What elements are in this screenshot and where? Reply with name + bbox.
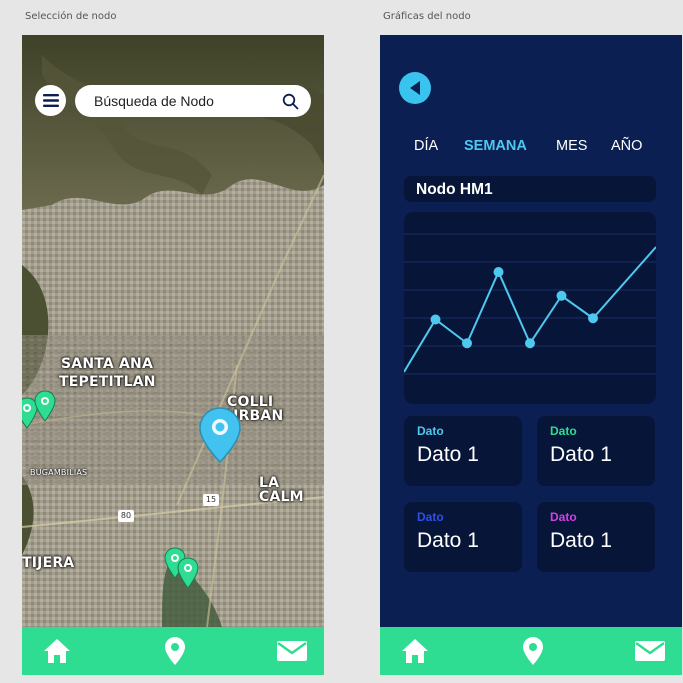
search-bar[interactable]: Búsqueda de Nodo	[75, 85, 311, 117]
highway-shield-80: 80	[118, 510, 134, 522]
map-screen: Búsqueda de Nodo SANTA ANA TEPETITLAN CO…	[22, 35, 324, 675]
search-input[interactable]: Búsqueda de Nodo	[94, 93, 282, 109]
nav-home[interactable]	[398, 634, 432, 668]
chart-data-point[interactable]	[556, 290, 567, 301]
home-icon	[44, 639, 70, 663]
satellite-map[interactable]	[22, 35, 324, 627]
selected-node-pin[interactable]	[198, 406, 242, 464]
chart-data-point[interactable]	[588, 313, 598, 324]
map-label-tijera: TIJERA	[22, 555, 75, 571]
data-card-1[interactable]: Dato Dato 1	[404, 416, 522, 486]
data-card-2[interactable]: Dato Dato 1	[537, 416, 655, 486]
card-value: Dato 1	[550, 529, 612, 552]
nav-mail[interactable]	[275, 634, 309, 668]
data-card-3[interactable]: Dato Dato 1	[404, 502, 522, 572]
node-location-pin[interactable]	[34, 390, 56, 422]
frame-label-node-charts: Gráficas del nodo	[383, 11, 471, 22]
nav-mail[interactable]	[633, 634, 667, 668]
nav-home[interactable]	[40, 634, 74, 668]
back-arrow-icon	[410, 81, 420, 95]
card-value: Dato 1	[550, 443, 612, 466]
node-title: Nodo HM1	[404, 176, 656, 202]
tab-week[interactable]: SEMANA	[464, 138, 527, 154]
location-icon	[164, 637, 185, 665]
mail-icon	[635, 641, 665, 661]
period-tabs: DÍA SEMANA MES AÑO	[414, 138, 674, 156]
map-label-tepetitlan: TEPETITLAN	[59, 374, 156, 390]
card-value: Dato 1	[417, 443, 479, 466]
card-label: Dato	[550, 424, 577, 438]
chart-data-point[interactable]	[493, 267, 504, 277]
chart-data-point[interactable]	[462, 338, 472, 349]
nav-location[interactable]	[516, 634, 550, 668]
frame-label-node-selection: Selección de nodo	[25, 11, 117, 22]
node-line-chart	[404, 212, 656, 404]
node-chart-screen: DÍA SEMANA MES AÑO Nodo HM1 Dato Dato 1 …	[380, 35, 682, 675]
card-label: Dato	[417, 424, 444, 438]
bottom-navigation	[22, 627, 324, 675]
card-value: Dato 1	[417, 529, 479, 552]
node-location-pin[interactable]	[177, 557, 199, 589]
chart-data-point[interactable]	[430, 314, 441, 325]
location-icon	[522, 637, 543, 665]
back-button[interactable]	[399, 72, 431, 104]
home-icon	[402, 639, 428, 663]
bottom-navigation	[380, 627, 682, 675]
chart-series-line	[404, 246, 656, 373]
menu-button[interactable]	[35, 85, 66, 116]
nav-location[interactable]	[158, 634, 192, 668]
line-chart-svg	[404, 233, 656, 375]
map-label-bugambilias: BUGAMBILIAS	[30, 468, 88, 477]
card-label: Dato	[550, 510, 577, 524]
map-label-la-calma: LA CALM	[259, 475, 304, 505]
card-label: Dato	[417, 510, 444, 524]
chart-data-point[interactable]	[525, 338, 535, 349]
tab-day[interactable]: DÍA	[414, 138, 438, 154]
data-card-4[interactable]: Dato Dato 1	[537, 502, 655, 572]
highway-shield-15: 15	[203, 494, 219, 506]
menu-icon	[42, 94, 59, 107]
mail-icon	[277, 641, 307, 661]
map-label-santa-ana: SANTA ANA	[61, 356, 153, 372]
tab-year[interactable]: AÑO	[611, 138, 642, 154]
search-icon[interactable]	[282, 93, 299, 110]
tab-month[interactable]: MES	[556, 138, 587, 154]
